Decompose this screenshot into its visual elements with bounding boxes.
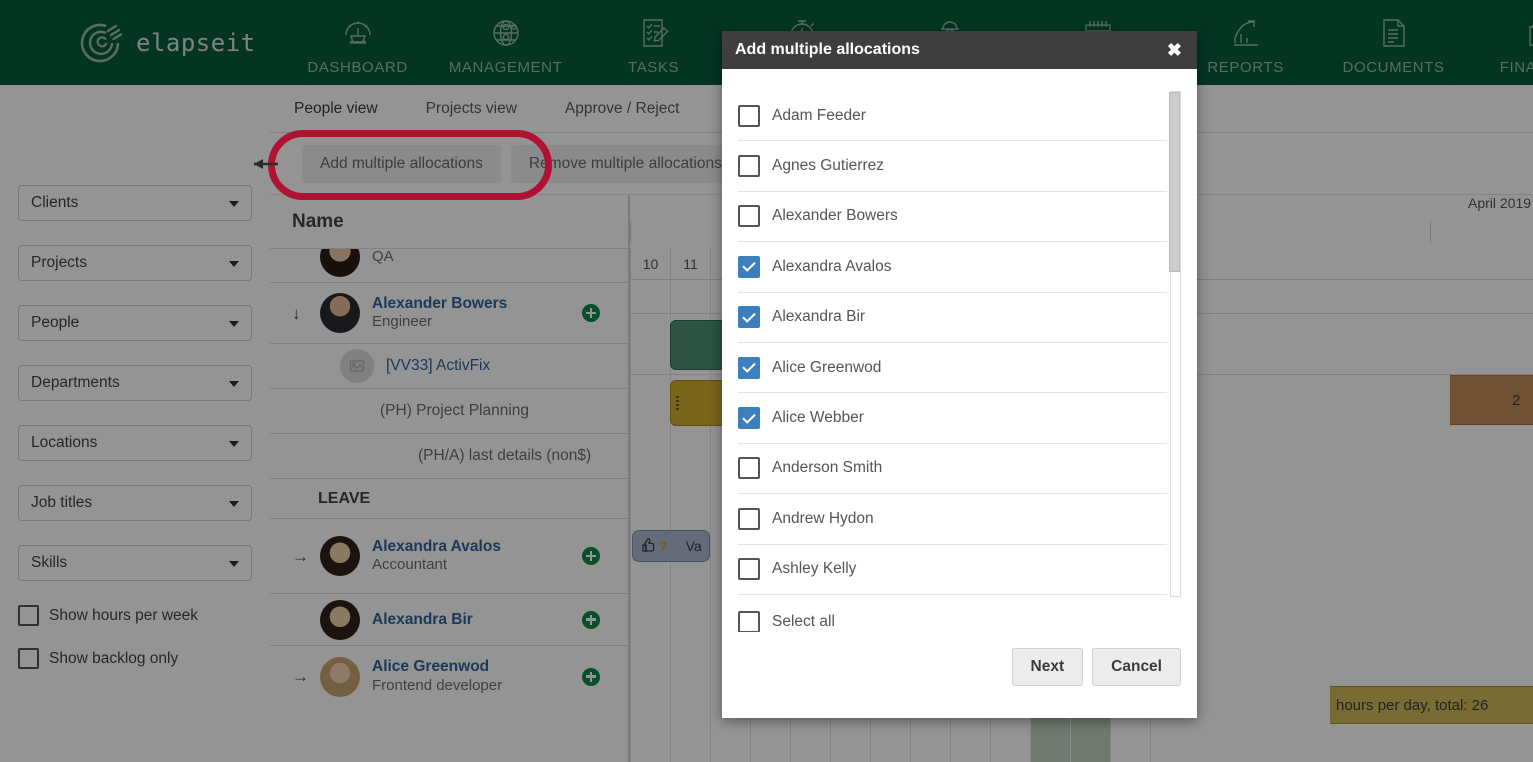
next-button[interactable]: Next [1011,648,1084,686]
person-name-label: Alexandra Avalos [772,257,892,275]
checkbox-box[interactable] [738,457,760,480]
person-checkbox-row[interactable]: Andrew Hydon [738,494,1167,545]
app-root: elapseit DASHBOARD MANAGEMENT TASKS REPO… [0,0,1533,762]
person-checkbox-row[interactable]: Alexander Bowers [738,192,1167,243]
cancel-button[interactable]: Cancel [1092,648,1181,686]
person-name-label: Alice Greenwod [772,358,882,376]
checkbox-box[interactable] [738,558,760,581]
modal-title: Add multiple allocations [735,41,920,58]
person-name-label: Alexandra Bir [772,308,866,326]
person-checkbox-row[interactable]: Agnes Gutierrez [738,141,1167,192]
person-name-label: Andrew Hydon [772,509,874,527]
person-name-label: Alexander Bowers [772,207,898,225]
person-checkbox-row[interactable]: Alice Webber [738,393,1167,444]
person-name-label: Anderson Smith [772,459,883,477]
checkbox-box[interactable] [738,507,760,530]
person-checkbox-row[interactable]: Alexandra Bir [738,293,1167,343]
checkbox-box[interactable] [738,306,760,329]
person-name-label: Alice Webber [772,409,864,427]
checkbox-box[interactable] [738,407,760,430]
person-checkbox-row[interactable]: Alexandra Avalos [738,242,1167,293]
checkbox-box[interactable] [738,205,760,228]
add-multiple-allocations-modal: Add multiple allocations ✖ Adam Feeder Ag… [722,31,1197,718]
modal-header: Add multiple allocations ✖ [722,31,1197,69]
modal-body: Adam Feeder Agnes Gutierrez Alexander Bowe… [722,69,1197,632]
checkbox-box [738,611,760,632]
checkbox-box[interactable] [738,255,760,278]
person-checkbox-row[interactable]: Anderson Smith [738,444,1167,495]
people-checkbox-list[interactable]: Adam Feeder Agnes Gutierrez Alexander Bowe… [738,91,1181,597]
checkbox-box[interactable] [738,155,760,178]
person-checkbox-row[interactable]: Adam Feeder [738,91,1167,142]
checkbox-box[interactable] [738,104,760,127]
list-scrollbar-track[interactable] [1169,91,1181,597]
list-scrollbar-thumb[interactable] [1169,92,1180,272]
close-x-icon[interactable]: ✖ [1165,41,1184,59]
modal-footer: Next Cancel [722,632,1197,718]
person-name-label: Ashley Kelly [772,560,857,578]
person-name-label: Agnes Gutierrez [772,157,884,175]
select-all-label: Select all [772,613,835,630]
checkbox-box[interactable] [738,356,760,379]
person-checkbox-row[interactable]: Alice Greenwod [738,343,1167,394]
select-all-checkbox[interactable]: Select all [738,597,1181,632]
person-name-label: Adam Feeder [772,106,866,124]
person-checkbox-row[interactable]: Ashley Kelly [738,545,1167,595]
